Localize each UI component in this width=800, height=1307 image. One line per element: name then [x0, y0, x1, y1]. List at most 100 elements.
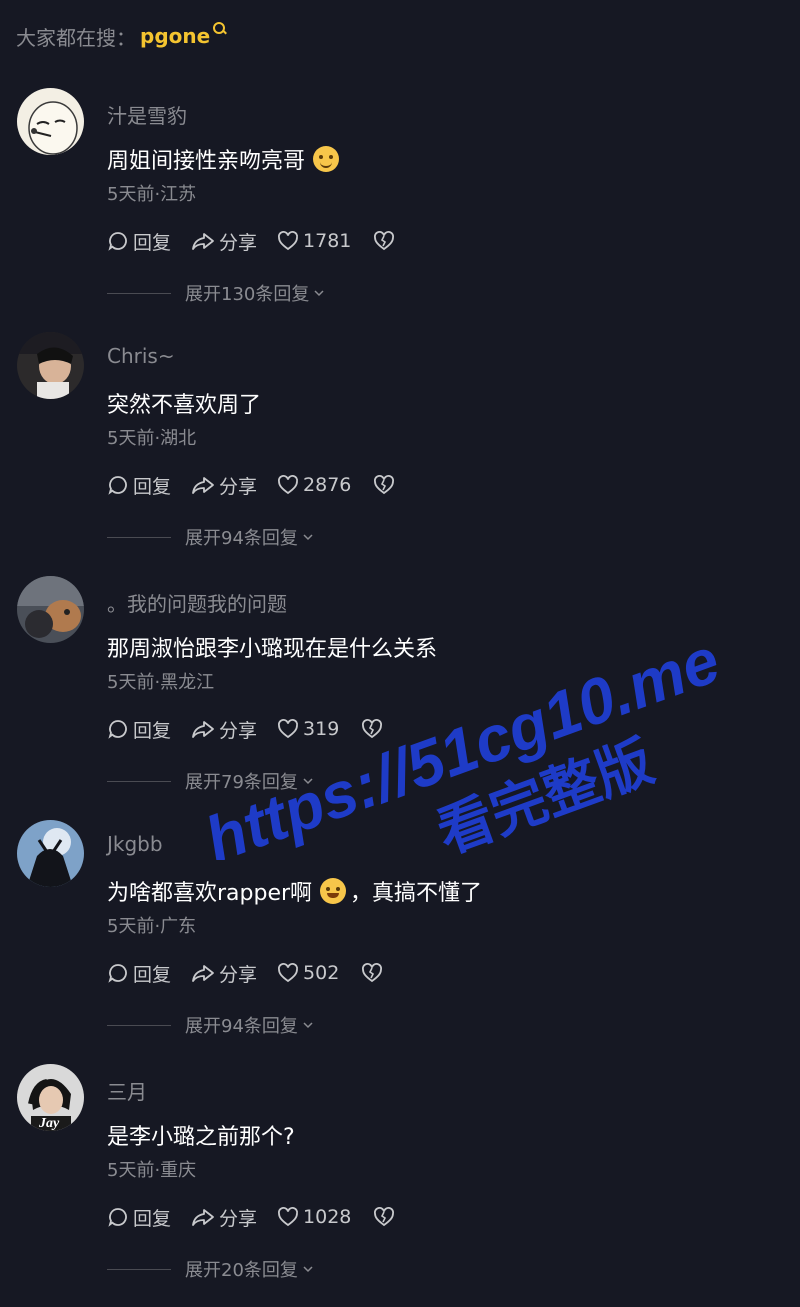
expand-replies-button[interactable]: 展开20条回复	[107, 1257, 314, 1281]
comment-text-content: 为啥都喜欢rapper啊	[107, 881, 313, 906]
like-count: 1028	[303, 1206, 352, 1228]
share-button[interactable]: 分享	[191, 960, 257, 987]
chevron-down-icon	[303, 778, 313, 785]
heart-icon	[278, 475, 299, 495]
like-button[interactable]: 1781	[277, 230, 351, 252]
comment-text: 周姐间接性亲吻亮哥	[107, 143, 340, 175]
reply-button[interactable]: 回复	[107, 716, 171, 743]
share-label: 分享	[219, 719, 258, 742]
comment-username[interactable]: Jkgbb	[107, 832, 163, 856]
heart-icon	[278, 1207, 299, 1227]
like-button[interactable]: 319	[277, 718, 339, 740]
comment-item: 汁是雪豹 周姐间接性亲吻亮哥 5天前·江苏 回复 分享 1781 展开130条回…	[0, 88, 800, 328]
chevron-down-icon	[303, 1022, 313, 1029]
reply-label: 回复	[133, 475, 172, 498]
broken-heart-icon	[362, 963, 383, 983]
comment-text-content: 是李小璐之前那个?	[107, 1125, 295, 1150]
rofl-emoji-icon	[320, 878, 347, 904]
broken-heart-icon	[374, 475, 395, 495]
share-button[interactable]: 分享	[191, 472, 257, 499]
avatar[interactable]	[17, 332, 84, 399]
reply-icon	[108, 720, 127, 739]
comment-text: 突然不喜欢周了	[107, 387, 261, 419]
reply-label: 回复	[133, 1207, 172, 1230]
reply-button[interactable]: 回复	[107, 1204, 171, 1231]
comment-meta: 5天前·江苏	[107, 184, 197, 205]
comment-text-content-end: ，真搞不懂了	[350, 881, 483, 906]
share-icon	[192, 721, 214, 738]
share-label: 分享	[219, 963, 258, 986]
like-button[interactable]: 2876	[277, 474, 351, 496]
like-count: 502	[303, 962, 340, 984]
broken-heart-icon	[374, 1207, 395, 1227]
expand-replies-button[interactable]: 展开79条回复	[107, 769, 314, 793]
avatar[interactable]	[17, 576, 84, 643]
expand-replies-label: 展开79条回复	[185, 772, 298, 793]
comment-text-content: 那周淑怡跟李小璐现在是什么关系	[107, 637, 438, 662]
share-label: 分享	[219, 475, 258, 498]
trending-search-bar[interactable]: 大家都在搜： pgone	[16, 18, 226, 54]
reply-button[interactable]: 回复	[107, 960, 171, 987]
reply-icon	[108, 476, 127, 495]
expand-replies-label: 展开94条回复	[185, 1016, 298, 1037]
dislike-button[interactable]	[373, 474, 399, 496]
reply-label: 回复	[133, 231, 172, 254]
comment-meta: 5天前·湖北	[107, 428, 197, 449]
divider-line	[107, 780, 171, 782]
reply-icon	[108, 964, 127, 983]
broken-heart-icon	[362, 719, 383, 739]
heart-icon	[278, 719, 299, 739]
share-button[interactable]: 分享	[191, 1204, 257, 1231]
trending-search-term[interactable]: pgone	[140, 24, 210, 48]
expand-replies-button[interactable]: 展开94条回复	[107, 525, 314, 549]
like-button[interactable]: 1028	[277, 1206, 351, 1228]
share-button[interactable]: 分享	[191, 228, 257, 255]
dislike-button[interactable]	[373, 1206, 399, 1228]
avatar[interactable]: Jay	[17, 1064, 84, 1131]
comment-text: 为啥都喜欢rapper啊 ，真搞不懂了	[107, 875, 482, 907]
dislike-button[interactable]	[361, 962, 387, 984]
reply-icon	[108, 232, 127, 251]
divider-line	[107, 292, 171, 294]
comment-text: 是李小璐之前那个?	[107, 1119, 295, 1151]
like-count: 1781	[303, 230, 352, 252]
comment-username[interactable]: 三月	[107, 1076, 147, 1105]
avatar[interactable]	[17, 88, 84, 155]
divider-line	[107, 1024, 171, 1026]
share-button[interactable]: 分享	[191, 716, 257, 743]
comment-meta: 5天前·重庆	[107, 1160, 197, 1181]
share-icon	[192, 477, 214, 494]
avatar-text: Jay	[38, 1116, 60, 1131]
search-icon[interactable]	[212, 21, 226, 35]
reply-button[interactable]: 回复	[107, 472, 171, 499]
comment-username[interactable]: 汁是雪豹	[107, 100, 187, 129]
like-count: 2876	[303, 474, 352, 496]
comment-text-content: 周姐间接性亲吻亮哥	[107, 149, 306, 174]
comment-username[interactable]: 。我的问题我的问题	[107, 588, 287, 617]
trending-search-label: 大家都在搜：	[16, 25, 136, 50]
comment-actions: 回复 分享 1028	[107, 1202, 419, 1232]
comment-text-content: 突然不喜欢周了	[107, 393, 262, 418]
share-icon	[192, 965, 214, 982]
dislike-button[interactable]	[361, 718, 387, 740]
comment-actions: 回复 分享 1781	[107, 226, 419, 256]
divider-line	[107, 1268, 171, 1270]
share-icon	[192, 233, 214, 250]
share-icon	[192, 1209, 214, 1226]
comment-item: 。我的问题我的问题 那周淑怡跟李小璐现在是什么关系 5天前·黑龙江 回复 分享 …	[0, 576, 800, 816]
comment-item: Jay 三月 是李小璐之前那个? 5天前·重庆 回复 分享 1028 展开20条…	[0, 1064, 800, 1304]
reply-label: 回复	[133, 719, 172, 742]
dislike-button[interactable]	[373, 230, 399, 252]
like-button[interactable]: 502	[277, 962, 339, 984]
like-count: 319	[303, 718, 340, 740]
expand-replies-label: 展开130条回复	[185, 284, 310, 305]
expand-replies-button[interactable]: 展开94条回复	[107, 1013, 314, 1037]
heart-icon	[278, 963, 299, 983]
avatar[interactable]	[17, 820, 84, 887]
expand-replies-button[interactable]: 展开130条回复	[107, 281, 325, 305]
comment-username[interactable]: Chris~	[107, 344, 175, 368]
smile-emoji-icon	[313, 146, 340, 172]
reply-icon	[108, 1208, 127, 1227]
comment-actions: 回复 分享 502	[107, 958, 407, 988]
reply-button[interactable]: 回复	[107, 228, 171, 255]
